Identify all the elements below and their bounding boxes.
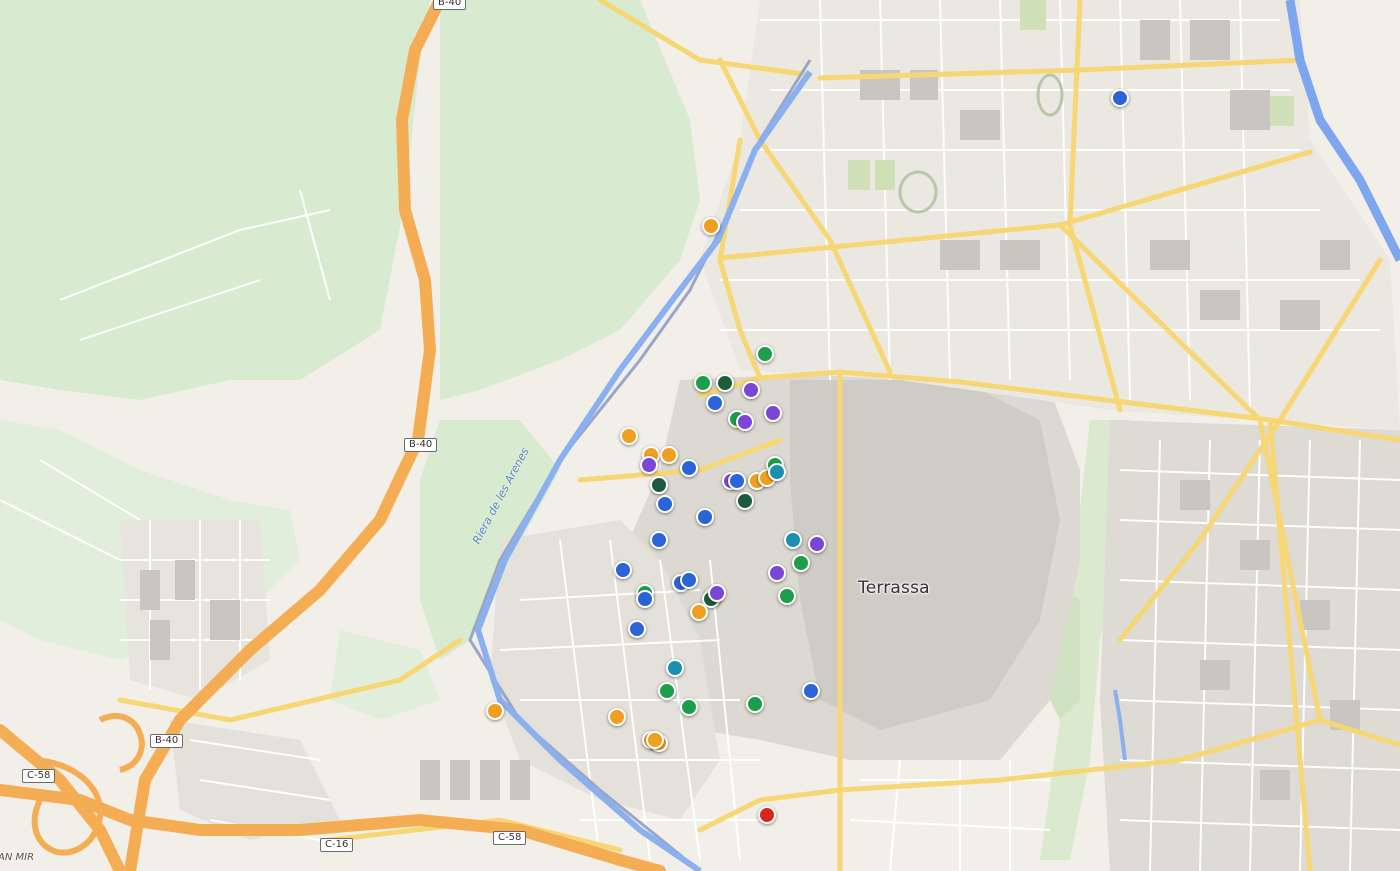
city-label: Terrassa bbox=[858, 578, 930, 598]
motorway-interchange bbox=[29, 712, 145, 856]
map-marker-blue[interactable] bbox=[801, 681, 820, 700]
map-marker-green[interactable] bbox=[791, 554, 810, 573]
map-marker-orange[interactable] bbox=[702, 216, 720, 235]
basemap bbox=[0, 0, 1400, 871]
map-marker-purple[interactable] bbox=[708, 583, 726, 602]
map-marker-blue[interactable] bbox=[680, 570, 698, 589]
map-marker-teal[interactable] bbox=[767, 462, 786, 481]
edge-place-label: AN MIR bbox=[0, 852, 35, 863]
map-marker-green[interactable] bbox=[658, 681, 676, 700]
map-canvas[interactable]: Riera de les Arenes Terrassa AN MIR B-40… bbox=[0, 0, 1400, 871]
map-marker-blue[interactable] bbox=[628, 619, 647, 638]
road-shield: C-58 bbox=[22, 769, 56, 783]
road-shield: B-40 bbox=[150, 734, 184, 748]
map-marker-green[interactable] bbox=[777, 586, 796, 605]
road-shield: B-40 bbox=[404, 438, 438, 452]
road-shield: C-58 bbox=[493, 831, 527, 845]
map-marker-green[interactable] bbox=[694, 374, 712, 393]
road-shield: B-40 bbox=[433, 0, 467, 10]
map-marker-purple[interactable] bbox=[807, 534, 826, 553]
map-marker-dark-green[interactable] bbox=[650, 475, 669, 494]
map-marker-purple[interactable] bbox=[640, 456, 659, 474]
map-marker-orange[interactable] bbox=[620, 426, 639, 445]
map-marker-green[interactable] bbox=[745, 695, 764, 713]
map-marker-blue[interactable] bbox=[614, 560, 633, 579]
map-marker-dark-green[interactable] bbox=[735, 492, 754, 510]
map-marker-teal[interactable] bbox=[666, 659, 684, 677]
road-shield: C-16 bbox=[320, 838, 354, 852]
map-marker-purple[interactable] bbox=[767, 564, 786, 582]
map-marker-blue[interactable] bbox=[706, 393, 724, 412]
map-marker-green[interactable] bbox=[755, 344, 774, 363]
map-marker-purple[interactable] bbox=[763, 403, 782, 422]
map-marker-dark-green[interactable] bbox=[716, 374, 734, 393]
map-marker-purple[interactable] bbox=[741, 380, 760, 399]
map-marker-orange[interactable] bbox=[646, 731, 665, 749]
map-marker-orange[interactable] bbox=[486, 701, 505, 720]
map-marker-orange[interactable] bbox=[660, 446, 678, 465]
